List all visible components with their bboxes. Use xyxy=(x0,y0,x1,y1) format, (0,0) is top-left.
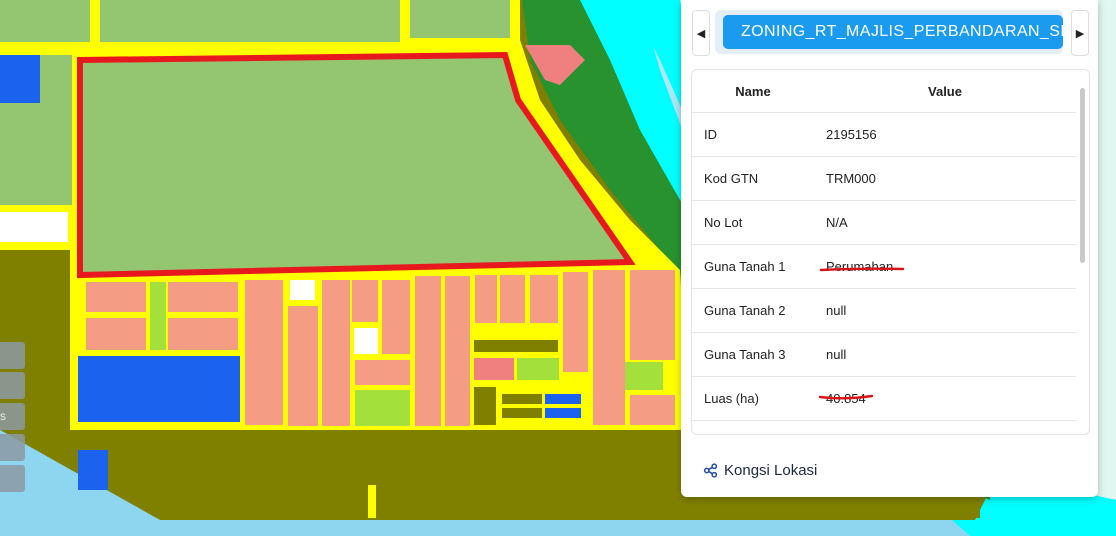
layer-tab[interactable]: ZONING_RT_MAJLIS_PERBANDARAN_SEPANG xyxy=(723,15,1063,49)
row-name: Guna Tanah 1 xyxy=(692,244,814,289)
table-row: Guna Tanah 3 null xyxy=(692,332,1076,377)
row-value: null xyxy=(814,288,1076,333)
table-row: Kod GTN TRM000 xyxy=(692,156,1076,201)
row-value: RT Majlis Perbandaran Sepang 2025 xyxy=(814,420,1076,434)
header-name: Name xyxy=(692,70,814,113)
row-value: N/A xyxy=(814,200,1076,245)
table-row: Guna Tanah 2 null xyxy=(692,288,1076,333)
table-scrollbar[interactable] xyxy=(1080,88,1085,263)
prev-layer-button[interactable]: ◀ xyxy=(692,10,710,56)
row-name: Luas (ha) xyxy=(692,376,814,421)
share-location-button[interactable]: Kongsi Lokasi xyxy=(703,462,817,479)
header-value: Value xyxy=(814,70,1076,113)
row-name: Kod GTN xyxy=(692,156,814,201)
row-value: 2195156 xyxy=(814,112,1076,157)
feature-info-panel: ◀ ZONING_RT_MAJLIS_PERBANDARAN_SEPANG ▶ … xyxy=(681,0,1098,497)
row-name: No Lot xyxy=(692,200,814,245)
share-label: Kongsi Lokasi xyxy=(724,462,818,479)
row-name: ID xyxy=(692,112,814,157)
map-control-3[interactable]: s xyxy=(0,403,25,430)
layer-tab-container: ZONING_RT_MAJLIS_PERBANDARAN_SEPANG xyxy=(715,10,1063,54)
triangle-left-icon: ◀ xyxy=(696,27,706,40)
table-row: ID 2195156 xyxy=(692,112,1076,157)
map-control-4[interactable] xyxy=(0,434,25,461)
triangle-right-icon: ▶ xyxy=(1075,27,1085,40)
map-control-1[interactable] xyxy=(0,342,25,369)
annotation-underline xyxy=(818,394,874,400)
row-name: Nama RT xyxy=(692,420,814,434)
row-value: null xyxy=(814,332,1076,377)
row-name: Guna Tanah 3 xyxy=(692,332,814,377)
annotation-underline xyxy=(819,267,905,272)
attribute-table: Name Value ID 2195156 Kod GTN TRM000 No Lot N… xyxy=(692,70,1076,434)
table-row: No Lot N/A xyxy=(692,200,1076,245)
table-row: Nama RTRT Majlis Perbandaran Sepang 2025 xyxy=(692,420,1076,434)
next-layer-button[interactable]: ▶ xyxy=(1071,10,1089,56)
map-control-3-label: s xyxy=(0,409,6,423)
row-name: Guna Tanah 2 xyxy=(692,288,814,333)
share-icon xyxy=(703,463,718,478)
attribute-table-container[interactable]: Name Value ID 2195156 Kod GTN TRM000 No Lot N… xyxy=(691,69,1090,435)
map-control-5[interactable] xyxy=(0,465,25,492)
row-value: TRM000 xyxy=(814,156,1076,201)
table-row: Luas (ha) 40.854 xyxy=(692,376,1076,421)
map-control-2[interactable] xyxy=(0,372,25,399)
